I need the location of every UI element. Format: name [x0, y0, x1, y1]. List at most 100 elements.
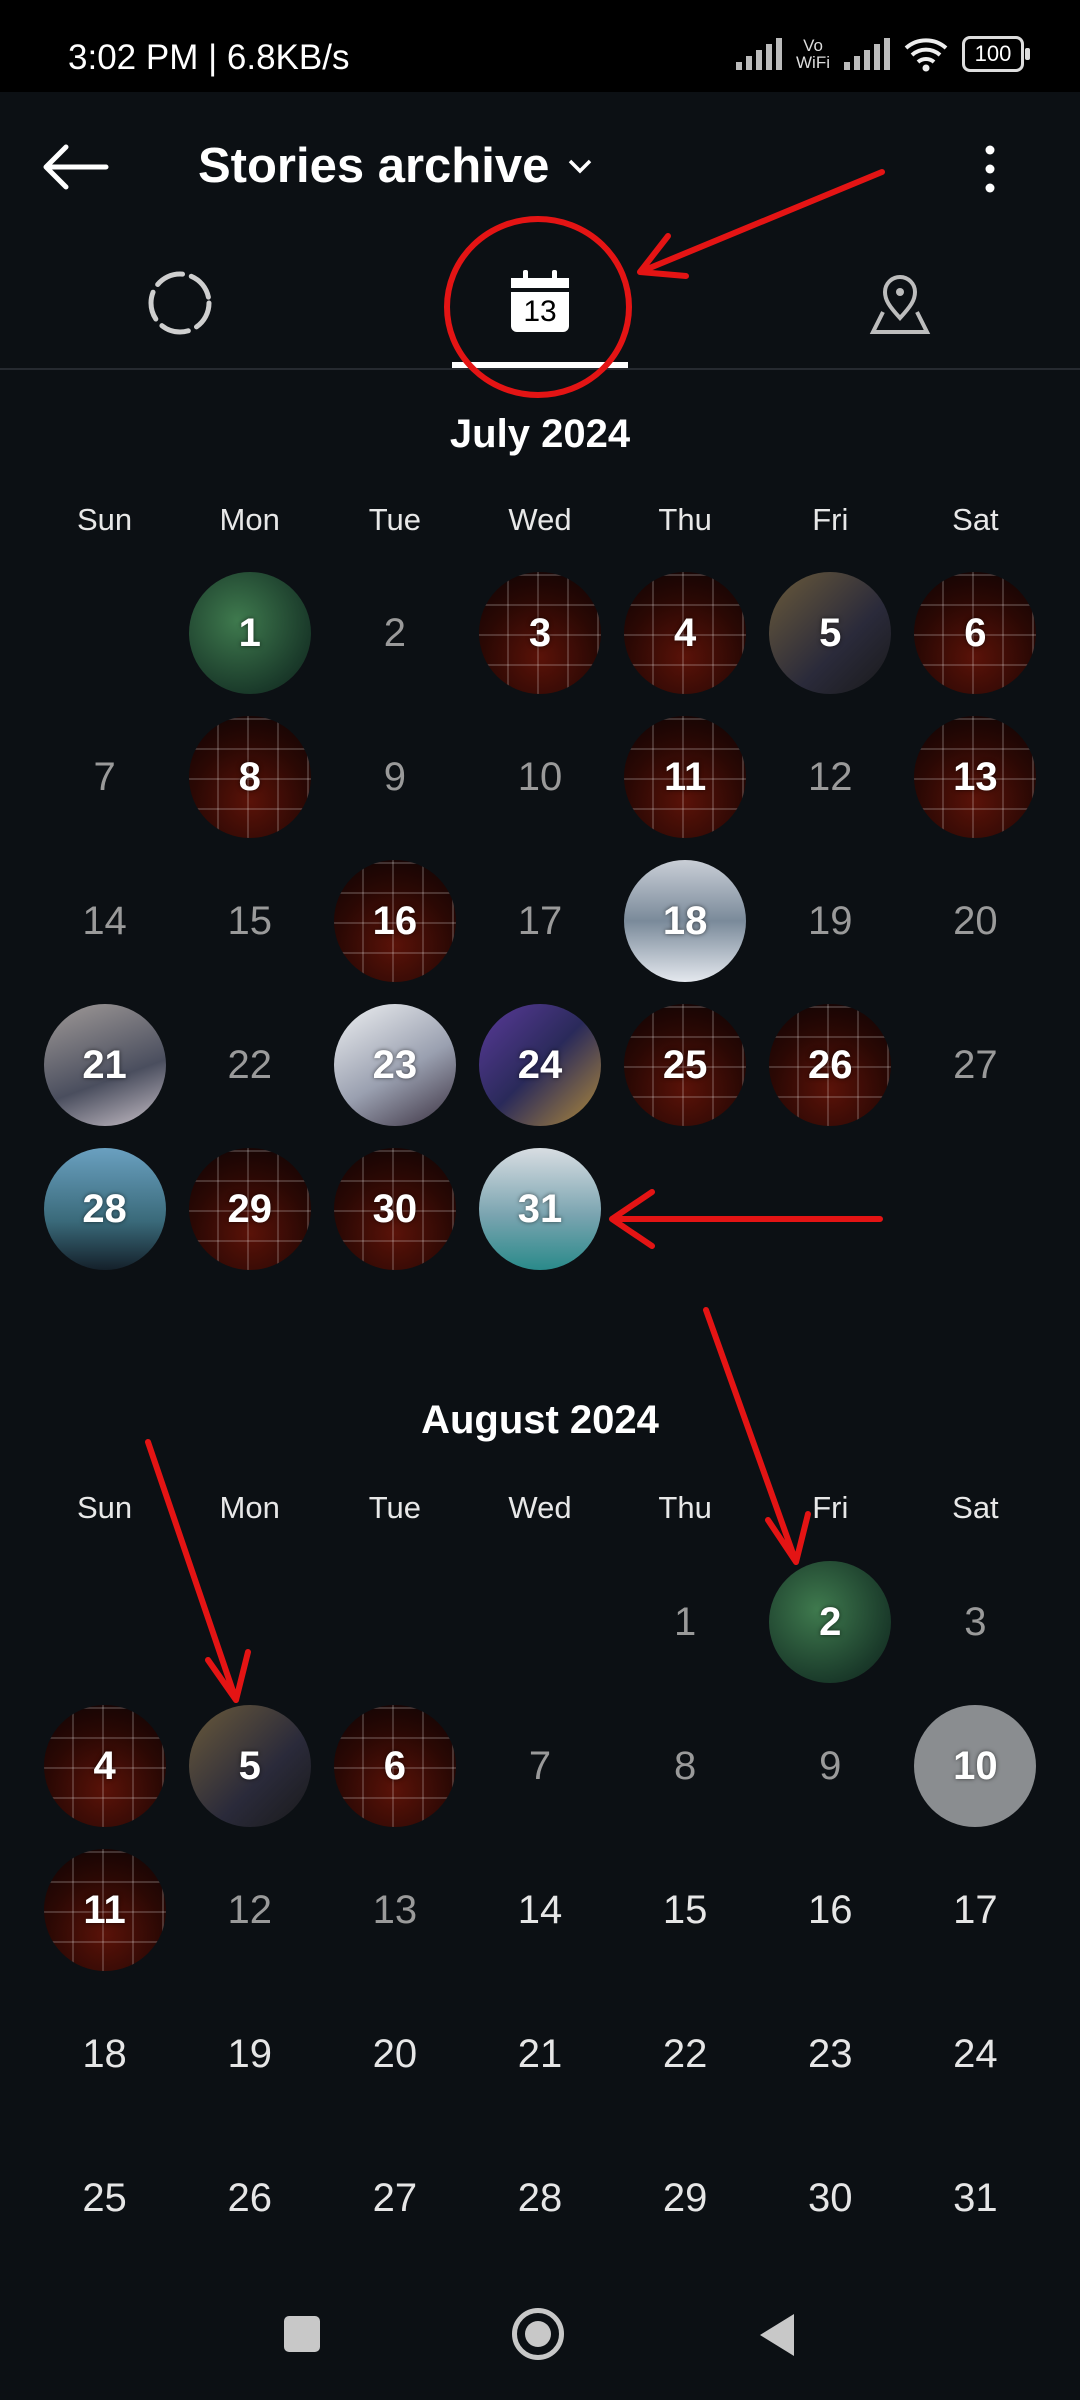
status-icons: Vo WiFi 100	[736, 36, 1030, 72]
more-options-icon[interactable]	[975, 144, 1005, 194]
day-cell-with-story[interactable]: 30	[322, 1137, 467, 1281]
empty-cell	[177, 1550, 322, 1694]
day-number: 14	[82, 898, 127, 943]
day-cell-with-story[interactable]: 31	[467, 1137, 612, 1281]
day-cell: 8	[613, 1694, 758, 1838]
signal-icon-2	[844, 38, 890, 70]
weekday-label: Sun	[76, 1490, 133, 1525]
day-cell-with-story[interactable]: 24	[467, 993, 612, 1137]
day-cell-with-story[interactable]: 5	[177, 1694, 322, 1838]
day-number: 5	[238, 1743, 261, 1788]
day-cell: 18	[32, 1982, 177, 2126]
day-cell-with-story[interactable]: 13	[903, 705, 1048, 849]
day-number: 8	[238, 754, 261, 799]
day-number: 16	[372, 898, 418, 943]
archive-tabs: 13	[0, 250, 1080, 370]
home-circle-icon[interactable]	[512, 2308, 564, 2360]
day-number: 6	[964, 610, 987, 655]
day-cell-with-story[interactable]: 11	[613, 705, 758, 849]
day-number: 11	[83, 1887, 126, 1932]
day-cell: 9	[322, 705, 467, 849]
day-cell-with-story[interactable]: 4	[32, 1694, 177, 1838]
day-cell-with-story[interactable]: 11	[32, 1838, 177, 1982]
day-number: 10	[953, 1743, 998, 1788]
day-cell-with-story[interactable]: 6	[322, 1694, 467, 1838]
day-number: 26	[808, 1042, 853, 1087]
day-cell-with-story[interactable]: 23	[322, 993, 467, 1137]
calendar-icon: 13	[509, 270, 571, 334]
day-number: 31	[517, 1186, 563, 1231]
recents-square-icon[interactable]	[284, 2316, 320, 2352]
day-cell-with-story[interactable]: 1	[177, 561, 322, 705]
page-title: Stories archive	[198, 139, 550, 193]
day-cell-with-story[interactable]: 18	[613, 849, 758, 993]
weekday-label: Tue	[368, 502, 421, 537]
day-cell-with-story[interactable]: 4	[613, 561, 758, 705]
day-number: 26	[227, 2175, 272, 2220]
day-cell: 10	[467, 705, 612, 849]
day-cell: 20	[903, 849, 1048, 993]
day-number: 25	[662, 1042, 708, 1087]
day-cell-with-story[interactable]: 6	[903, 561, 1048, 705]
day-number: 27	[953, 1042, 998, 1087]
day-cell-with-story[interactable]: 10	[903, 1694, 1048, 1838]
day-number: 5	[819, 610, 842, 655]
month-title: August 2024	[421, 1398, 659, 1442]
day-cell-with-story[interactable]: 25	[613, 993, 758, 1137]
day-number: 4	[93, 1743, 116, 1788]
day-number: 17	[953, 1887, 998, 1932]
day-cell-with-story[interactable]: 5	[758, 561, 903, 705]
day-cell: 19	[177, 1982, 322, 2126]
archive-type-dropdown[interactable]: Stories archive	[198, 138, 593, 194]
day-number: 18	[662, 898, 708, 943]
weekday-label: Sat	[952, 502, 999, 537]
day-number: 9	[819, 1743, 842, 1788]
day-cell-with-story[interactable]: 28	[32, 1137, 177, 1281]
tab-calendar[interactable]: 13	[360, 270, 720, 368]
day-cell: 24	[903, 1982, 1048, 2126]
weekday-label: Wed	[508, 1490, 572, 1525]
day-number: 12	[808, 754, 853, 799]
day-cell-with-story[interactable]: 2	[758, 1550, 903, 1694]
day-cell: 30	[758, 2126, 903, 2270]
chevron-down-icon	[569, 159, 592, 174]
day-cell: 22	[177, 993, 322, 1137]
day-number: 14	[517, 1887, 563, 1932]
weekday-label: Sat	[952, 1490, 999, 1525]
tab-stories[interactable]	[0, 270, 360, 366]
day-cell: 12	[177, 1838, 322, 1982]
stories-ring-icon	[148, 271, 212, 335]
day-cell: 2	[322, 561, 467, 705]
day-cell-with-story[interactable]: 16	[322, 849, 467, 993]
day-cell: 16	[758, 1838, 903, 1982]
weekday-label: Sun	[76, 502, 133, 537]
day-number: 22	[227, 1042, 272, 1087]
day-number: 8	[674, 1743, 697, 1788]
app-header: Stories archive	[0, 92, 1080, 242]
day-cell: 28	[467, 2126, 612, 2270]
day-number: 7	[93, 754, 116, 799]
day-number: 22	[662, 2031, 708, 2076]
weekday-label: Tue	[368, 1490, 421, 1525]
day-cell-with-story[interactable]: 26	[758, 993, 903, 1137]
tab-map[interactable]	[720, 270, 1080, 366]
status-bar: 3:02 PM | 6.8KB/s Vo WiFi 100	[0, 0, 1080, 92]
day-number: 11	[663, 754, 707, 799]
vowifi-icon: Vo WiFi	[796, 37, 830, 71]
day-cell: 22	[613, 1982, 758, 2126]
day-cell-with-story[interactable]: 21	[32, 993, 177, 1137]
day-number: 19	[227, 2031, 272, 2076]
day-cell-with-story[interactable]: 8	[177, 705, 322, 849]
day-number: 13	[953, 754, 998, 799]
day-cell-with-story[interactable]: 3	[467, 561, 612, 705]
day-cell-with-story[interactable]: 29	[177, 1137, 322, 1281]
day-number: 1	[674, 1599, 697, 1644]
month-grid: 1 2 3 4 5 6 7 8 9 10 11 12 13 14 15 16 17 18 19 20 21 22 23 24 2…	[32, 561, 1048, 1281]
back-arrow-icon[interactable]	[40, 142, 110, 192]
vowifi-top: Vo	[803, 36, 823, 55]
weekday-label: Fri	[812, 1490, 849, 1525]
day-number: 24	[517, 1042, 563, 1087]
day-number: 27	[372, 2175, 418, 2220]
back-triangle-icon[interactable]	[756, 2312, 796, 2358]
day-number: 30	[808, 2175, 853, 2220]
